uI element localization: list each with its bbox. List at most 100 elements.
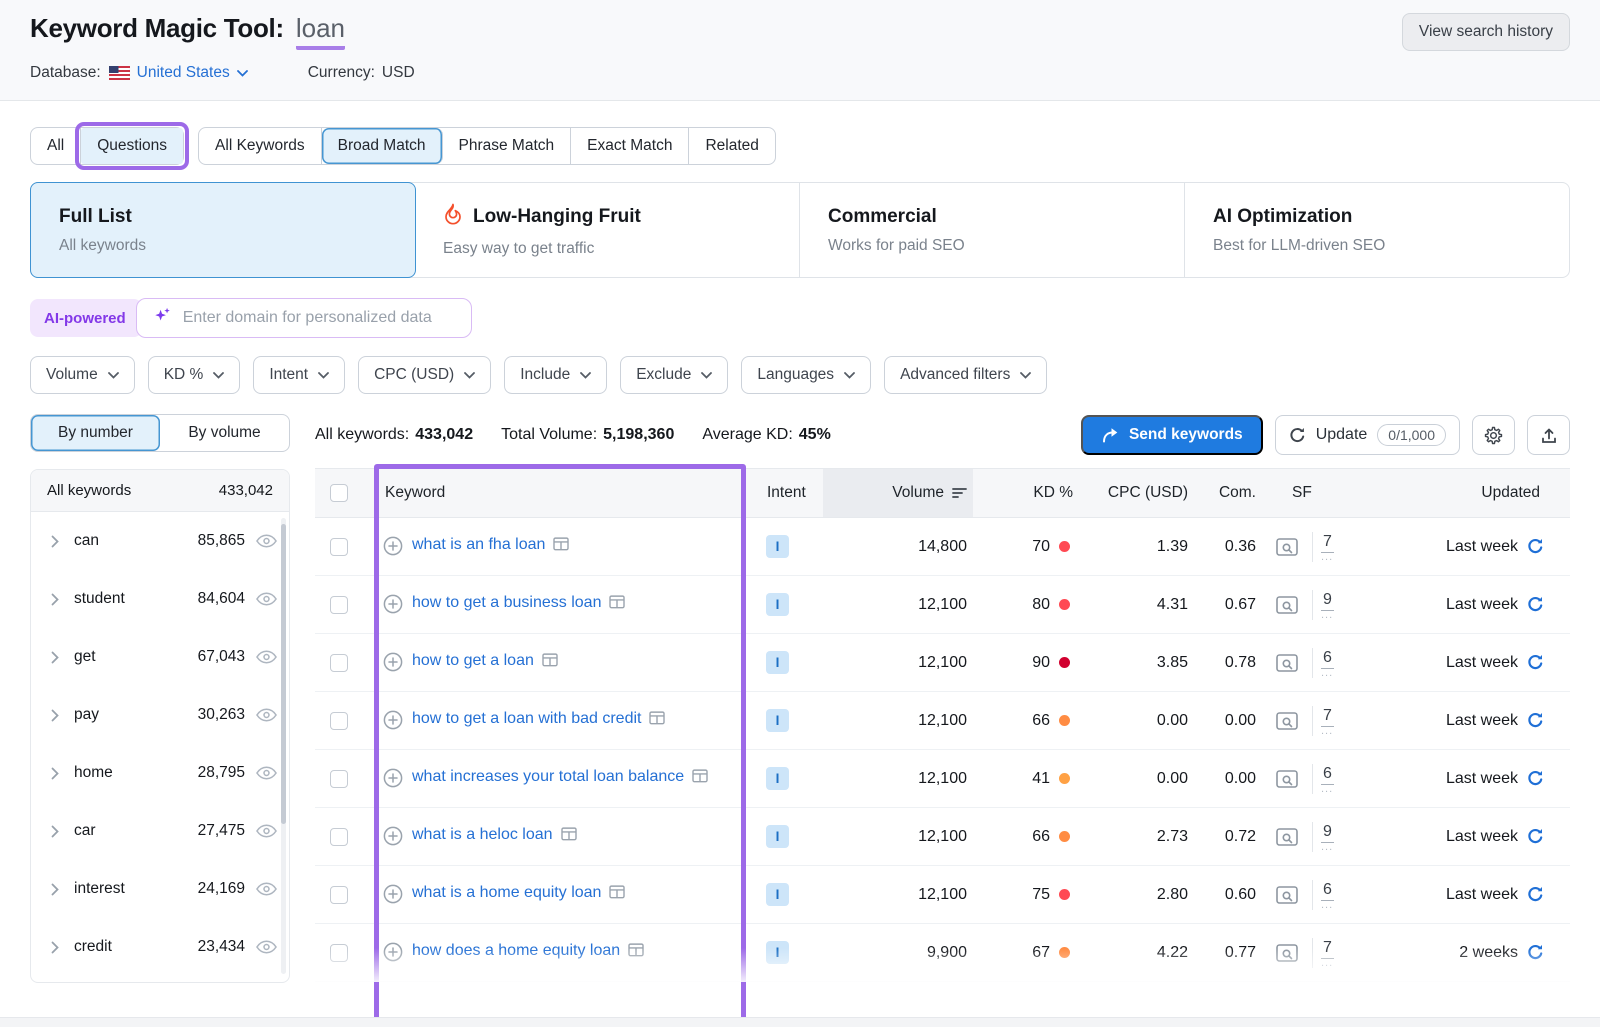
intent-badge[interactable]: I [766, 593, 789, 616]
column-header-cpc[interactable]: CPC (USD) [1083, 484, 1193, 502]
serp-preview-icon[interactable] [1276, 712, 1298, 730]
chevron-right-icon[interactable] [51, 767, 59, 780]
intent-badge[interactable]: I [766, 883, 789, 906]
chevron-right-icon[interactable] [51, 825, 59, 838]
filter-dropdown[interactable]: CPC (USD) [358, 356, 491, 394]
chevron-right-icon[interactable] [51, 941, 59, 954]
refresh-icon[interactable] [1527, 886, 1544, 903]
export-button[interactable] [1527, 415, 1570, 455]
eye-icon[interactable] [256, 824, 277, 838]
add-keyword-icon[interactable] [383, 826, 403, 846]
filter-dropdown[interactable]: Languages [741, 356, 871, 394]
refresh-icon[interactable] [1527, 712, 1544, 729]
row-checkbox[interactable] [330, 828, 348, 846]
tab-phrase-match[interactable]: Phrase Match [443, 128, 572, 164]
column-header-com[interactable]: Com. [1193, 484, 1261, 502]
refresh-icon[interactable] [1527, 770, 1544, 787]
refresh-icon[interactable] [1527, 538, 1544, 555]
filter-dropdown[interactable]: Volume [30, 356, 135, 394]
tab-all[interactable]: All [31, 128, 81, 164]
eye-icon[interactable] [256, 534, 277, 548]
keyword-link[interactable]: what increases your total loan balance [412, 768, 684, 785]
row-checkbox[interactable] [330, 886, 348, 904]
keyword-group-row[interactable]: car 27,475 [31, 802, 289, 860]
keyword-link[interactable]: how to get a loan with bad credit [412, 710, 641, 727]
column-header-keyword[interactable]: Keyword [363, 484, 748, 502]
serp-preview-icon[interactable] [1276, 886, 1298, 904]
sf-value[interactable]: 6 [1321, 881, 1334, 901]
row-checkbox[interactable] [330, 596, 348, 614]
column-header-intent[interactable]: Intent [748, 484, 823, 502]
tab-all-keywords[interactable]: All Keywords [199, 128, 322, 164]
refresh-icon[interactable] [1527, 944, 1544, 961]
chevron-right-icon[interactable] [51, 883, 59, 896]
intent-badge[interactable]: I [766, 767, 789, 790]
keyword-link[interactable]: what is a heloc loan [412, 826, 553, 843]
column-header-kd[interactable]: KD % [973, 484, 1083, 502]
by-volume-toggle[interactable]: By volume [160, 415, 289, 451]
chevron-right-icon[interactable] [51, 535, 59, 548]
add-keyword-icon[interactable] [383, 594, 403, 614]
keyword-group-row[interactable]: home 28,795 [31, 744, 289, 802]
column-header-volume[interactable]: Volume [823, 469, 973, 517]
keyword-group-row[interactable]: student 84,604 [31, 570, 289, 628]
serp-window-icon[interactable] [692, 766, 708, 792]
keyword-group-row[interactable]: credit 23,434 [31, 918, 289, 976]
eye-icon[interactable] [256, 882, 277, 896]
keyword-link[interactable]: what is a home equity loan [412, 884, 601, 901]
intent-badge[interactable]: I [766, 709, 789, 732]
serp-preview-icon[interactable] [1276, 596, 1298, 614]
keyword-group-row[interactable]: interest 24,169 [31, 860, 289, 918]
card-ai-optimization[interactable]: AI Optimization Best for LLM-driven SEO [1185, 183, 1569, 277]
add-keyword-icon[interactable] [383, 884, 403, 904]
eye-icon[interactable] [256, 650, 277, 664]
tab-questions[interactable]: Questions [81, 128, 183, 164]
column-header-sf[interactable]: SF [1261, 484, 1313, 502]
sf-value[interactable]: 9 [1321, 823, 1334, 843]
serp-preview-icon[interactable] [1276, 654, 1298, 672]
refresh-icon[interactable] [1527, 828, 1544, 845]
filter-dropdown[interactable]: Advanced filters [884, 356, 1047, 394]
keyword-group-row[interactable]: pay 30,263 [31, 686, 289, 744]
view-search-history-button[interactable]: View search history [1402, 13, 1570, 51]
keyword-group-row[interactable]: get 67,043 [31, 628, 289, 686]
sidebar-scrollbar-thumb[interactable] [281, 524, 286, 824]
eye-icon[interactable] [256, 708, 277, 722]
card-low-hanging-fruit[interactable]: Low-Hanging Fruit Easy way to get traffi… [415, 183, 800, 277]
page-bottom-scrollbar[interactable] [0, 1017, 1600, 1027]
update-button[interactable]: Update 0/1,000 [1275, 415, 1460, 455]
serp-preview-icon[interactable] [1276, 944, 1298, 962]
sf-value[interactable]: 9 [1321, 591, 1334, 611]
tab-broad-match[interactable]: Broad Match [322, 128, 443, 164]
add-keyword-icon[interactable] [383, 652, 403, 672]
tab-related[interactable]: Related [689, 128, 774, 164]
serp-preview-icon[interactable] [1276, 828, 1298, 846]
sf-value[interactable]: 7 [1321, 707, 1334, 727]
chevron-right-icon[interactable] [51, 709, 59, 722]
column-header-updated[interactable]: Updated [1357, 484, 1570, 502]
intent-badge[interactable]: I [766, 825, 789, 848]
serp-window-icon[interactable] [628, 940, 644, 966]
row-checkbox[interactable] [330, 712, 348, 730]
serp-window-icon[interactable] [553, 534, 569, 560]
sf-value[interactable]: 6 [1321, 765, 1334, 785]
card-full-list[interactable]: Full List All keywords [30, 182, 416, 278]
database-selector[interactable]: United States [137, 64, 248, 82]
row-checkbox[interactable] [330, 654, 348, 672]
filter-dropdown[interactable]: Intent [253, 356, 345, 394]
card-commercial[interactable]: Commercial Works for paid SEO [800, 183, 1185, 277]
all-keywords-row[interactable]: All keywords 433,042 [31, 470, 289, 512]
serp-window-icon[interactable] [542, 650, 558, 676]
serp-window-icon[interactable] [649, 708, 665, 734]
filter-dropdown[interactable]: Include [504, 356, 607, 394]
sf-value[interactable]: 7 [1321, 939, 1334, 959]
chevron-right-icon[interactable] [51, 651, 59, 664]
eye-icon[interactable] [256, 592, 277, 606]
keyword-link[interactable]: what is an fha loan [412, 536, 545, 553]
row-checkbox[interactable] [330, 770, 348, 788]
send-keywords-button[interactable]: Send keywords [1081, 415, 1263, 455]
sf-value[interactable]: 7 [1321, 533, 1334, 553]
table-settings-button[interactable] [1472, 415, 1515, 455]
serp-preview-icon[interactable] [1276, 770, 1298, 788]
add-keyword-icon[interactable] [383, 768, 403, 788]
